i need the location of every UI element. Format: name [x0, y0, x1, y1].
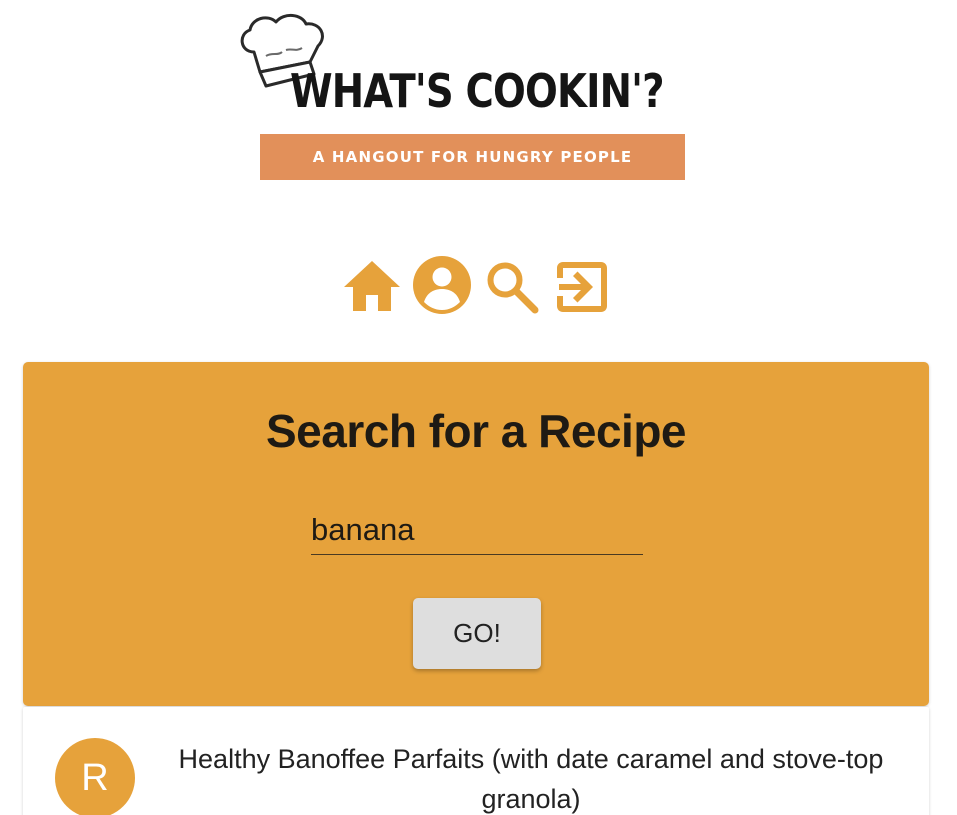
nav-search-button[interactable] — [485, 260, 539, 314]
nav-logout-button[interactable] — [555, 260, 609, 314]
nav-home-button[interactable] — [343, 259, 401, 313]
home-icon — [344, 261, 400, 311]
recipe-title[interactable]: Healthy Banoffee Parfaits (with date car… — [169, 739, 893, 815]
account-circle-icon — [413, 256, 471, 314]
go-button[interactable]: GO! — [413, 598, 541, 669]
search-input[interactable] — [311, 506, 643, 555]
search-panel: Search for a Recipe GO! — [23, 362, 929, 706]
site-logo[interactable]: WHAT'S COOKIN'? A HANGOUT FOR HUNGRY PEO… — [236, 12, 696, 184]
exit-icon — [557, 262, 607, 312]
logo-title: WHAT'S COOKIN'? — [290, 64, 665, 118]
nav-profile-button[interactable] — [413, 256, 471, 314]
recipe-result-card[interactable]: R Healthy Banoffee Parfaits (with date c… — [23, 707, 929, 815]
logo-tagline: A HANGOUT FOR HUNGRY PEOPLE — [260, 134, 685, 180]
search-heading: Search for a Recipe — [265, 405, 687, 457]
page: WHAT'S COOKIN'? A HANGOUT FOR HUNGRY PEO… — [0, 0, 957, 815]
main-nav — [0, 255, 957, 317]
search-icon — [487, 262, 539, 314]
avatar: R — [55, 738, 135, 815]
